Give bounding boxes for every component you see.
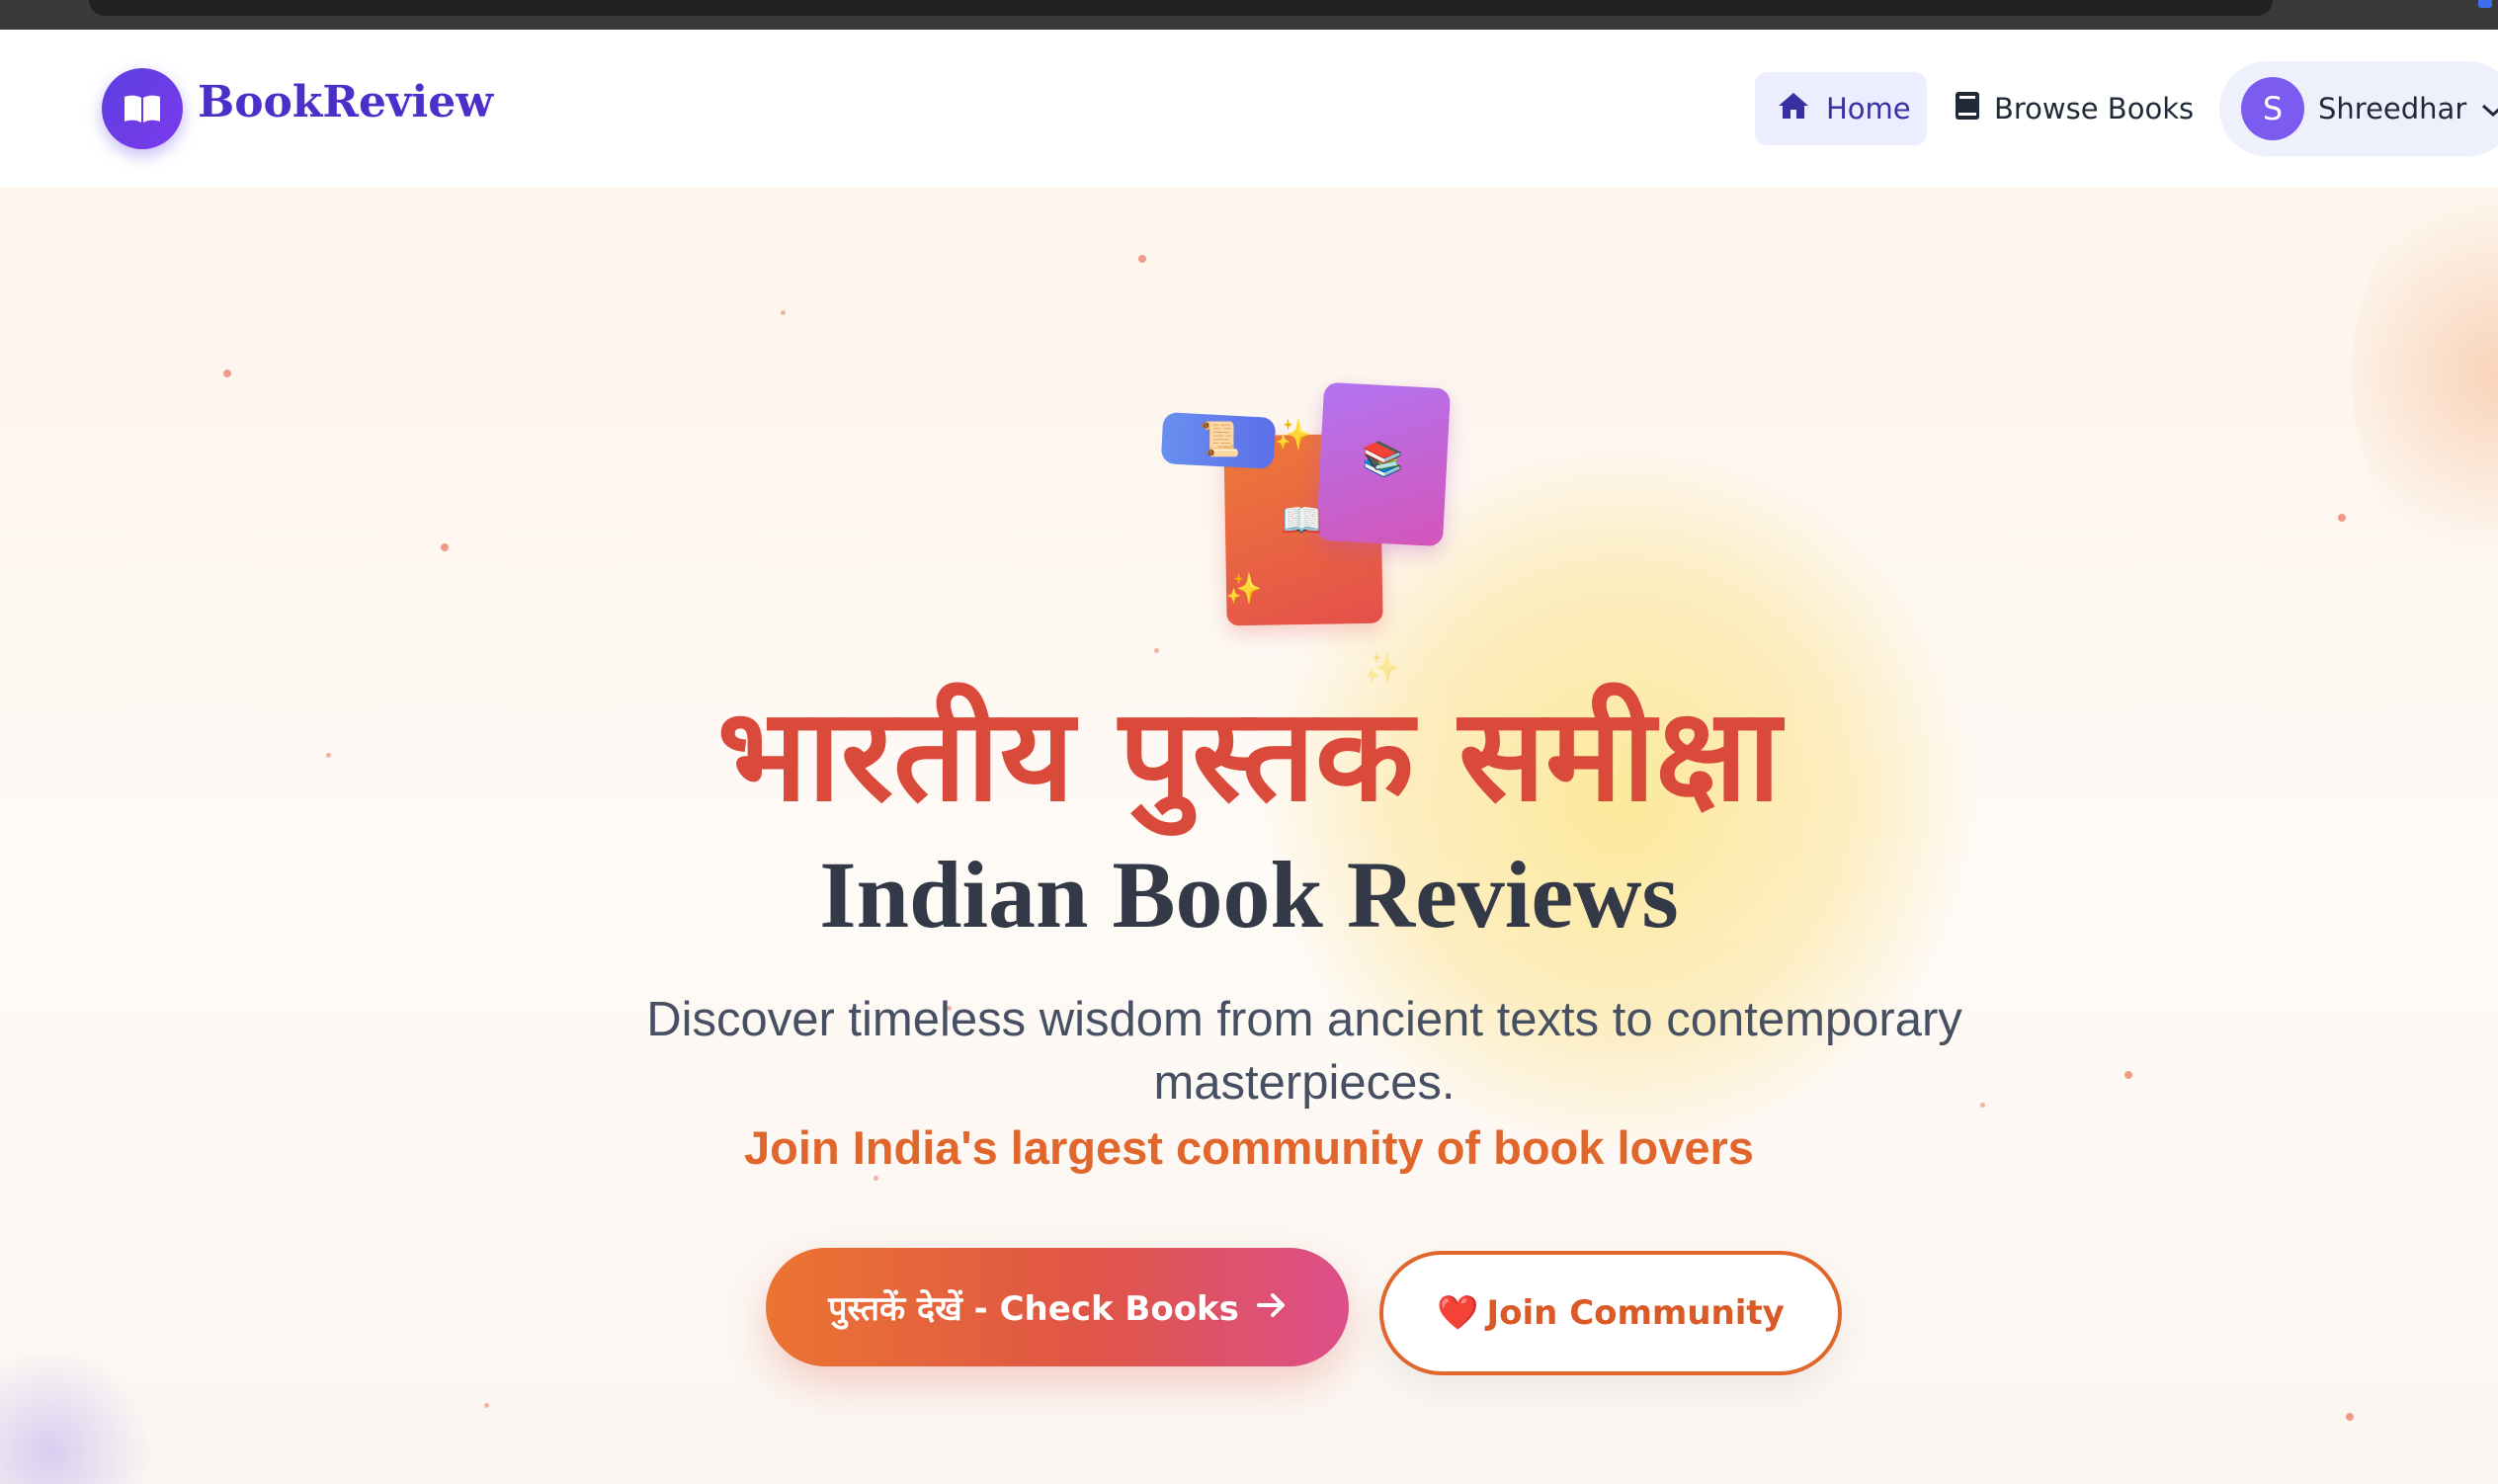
hero-title-english: Indian Book Reviews: [819, 842, 1679, 948]
book-stack-icon: 📚: [1362, 440, 1404, 479]
check-books-button[interactable]: पुस्तकें देखें - Check Books: [766, 1248, 1349, 1366]
decorative-dot: [2346, 1413, 2354, 1421]
join-community-label: Join Community: [1486, 1293, 1785, 1333]
hero-title-hindi: भारतीय पुस्तक समीक्षा: [716, 680, 1782, 830]
decorative-dot: [2124, 1071, 2132, 1079]
heart-icon: ❤️: [1437, 1293, 1479, 1333]
browser-extension-icon[interactable]: [2478, 0, 2492, 8]
arrow-right-icon: [1256, 1287, 1287, 1327]
nav-home-label: Home: [1826, 92, 1911, 125]
nav-browse-label: Browse Books: [1994, 92, 2195, 125]
check-books-label: पुस्तकें देखें - Check Books: [828, 1289, 1239, 1329]
hero-section: 📜 📚 📖 ✨ ✨ ✨ भारतीय पुस्तक समीक्षा Indian…: [0, 188, 2498, 1484]
open-book-icon: 📖: [1281, 501, 1323, 540]
decorative-dot: [441, 543, 449, 551]
background-glow: [0, 1354, 158, 1484]
decorative-dot: [484, 1403, 489, 1408]
brand-name[interactable]: BookReview: [198, 77, 493, 127]
book-icon: [1955, 91, 1980, 127]
chevron-down-icon: [2480, 92, 2498, 125]
decorative-dot: [781, 310, 786, 315]
hero-tagline: Join India's largest community of book l…: [744, 1121, 1754, 1174]
user-name: Shreedhar: [2318, 92, 2467, 125]
navbar: BookReview Home Browse Books S Shreedhar: [0, 30, 2498, 188]
home-icon: [1777, 91, 1810, 127]
nav-browse-books-link[interactable]: Browse Books: [1955, 72, 2211, 145]
nav-home-link[interactable]: Home: [1755, 72, 1927, 145]
logo-book-icon[interactable]: [102, 68, 183, 149]
decorative-dot: [223, 370, 231, 377]
scroll-icon: 📜: [1199, 420, 1241, 459]
decorative-dot: [1154, 648, 1159, 653]
sparkle-icon: ✨: [1275, 418, 1312, 453]
hero-subtitle: Discover timeless wisdom from ancient te…: [646, 993, 1962, 1110]
avatar: S: [2241, 77, 2304, 140]
browser-chrome: [0, 0, 2498, 30]
sparkle-icon: ✨: [1225, 572, 1263, 607]
decorative-dot: [2338, 514, 2346, 522]
decorative-dot: [874, 1176, 878, 1181]
browser-address-bar[interactable]: [89, 0, 2273, 16]
background-glow: [2352, 188, 2498, 583]
decorative-dot: [1138, 255, 1146, 263]
user-menu[interactable]: S Shreedhar: [2219, 61, 2498, 156]
join-community-button[interactable]: ❤️ Join Community: [1379, 1251, 1842, 1375]
